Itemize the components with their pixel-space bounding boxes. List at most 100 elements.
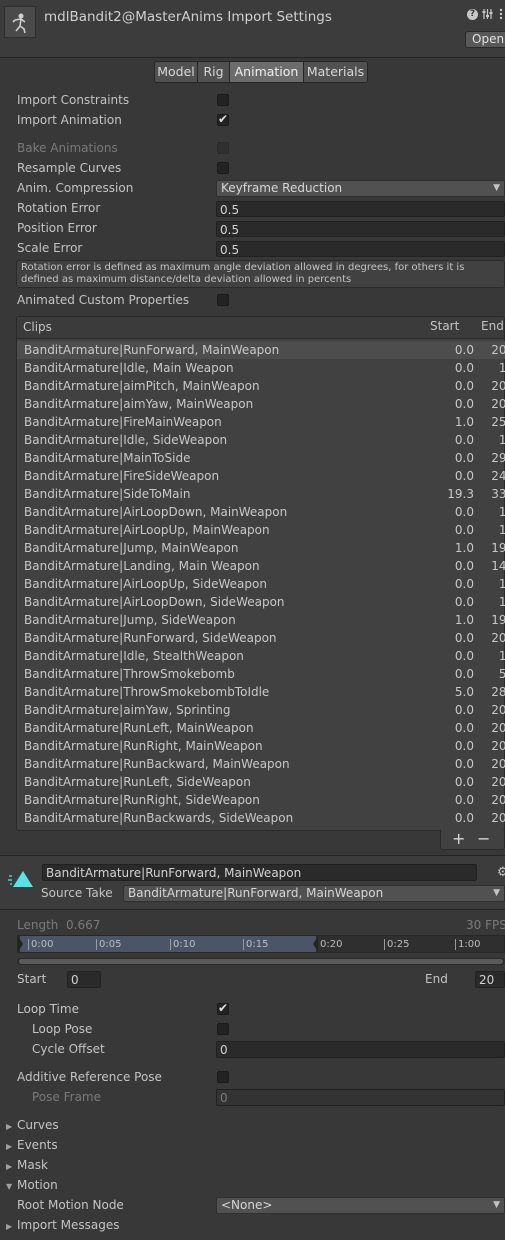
rotation-error-field[interactable]: 0.5 xyxy=(216,201,505,217)
table-row[interactable]: BanditArmature|Idle, SideWeapon 0.0 1.0 xyxy=(18,431,505,449)
table-row[interactable]: BanditArmature|RunLeft, SideWeapon 0.0 20.… xyxy=(18,773,505,791)
clip-start: 1.0 xyxy=(454,415,474,429)
table-row[interactable]: BanditArmature|RunBackward, MainWeapon 0.… xyxy=(18,755,505,773)
clip-end: 20.0 xyxy=(491,739,505,753)
motion-foldout[interactable]: ▼ Motion xyxy=(6,1178,58,1192)
clip-name: BanditArmature|AirLoopDown, MainWeapon xyxy=(24,505,288,519)
table-row[interactable]: BanditArmature|AirLoopDown, SideWeapon 0.… xyxy=(18,593,505,611)
clip-end: 29.0 xyxy=(491,451,505,465)
clip-name: BanditArmature|aimYaw, Sprinting xyxy=(24,703,231,717)
table-row[interactable]: BanditArmature|RunRight, MainWeapon 0.0 20… xyxy=(18,737,505,755)
length-label: Length xyxy=(17,918,59,932)
clip-name: BanditArmature|ThrowSmokebombToIdle xyxy=(24,685,270,699)
table-row[interactable]: BanditArmature|AirLoopDown, MainWeapon 0.… xyxy=(18,503,505,521)
import-constraints-label: Import Constraints xyxy=(17,93,130,107)
clip-name-field[interactable]: BanditArmature|RunForward, MainWeapon xyxy=(42,864,477,881)
events-foldout-label: Events xyxy=(17,1138,58,1152)
timeline-scrollbar[interactable] xyxy=(17,958,505,965)
anim-compression-dropdown[interactable]: Keyframe Reduction ▼ xyxy=(216,180,505,197)
source-take-dropdown[interactable]: BanditArmature|RunForward, MainWeapon ▼ xyxy=(123,885,505,902)
table-row[interactable]: BanditArmature|FireMainWeapon 1.0 25.0 xyxy=(18,413,505,431)
import-constraints-checkbox[interactable] xyxy=(217,94,229,106)
add-clip-button[interactable]: + xyxy=(452,829,465,848)
resample-curves-checkbox[interactable] xyxy=(217,162,229,174)
clip-header: BanditArmature|RunForward, MainWeapon ⚙ … xyxy=(0,855,505,910)
clip-end: 1.0 xyxy=(498,523,505,537)
clip-name: BanditArmature|aimPitch, MainWeapon xyxy=(24,379,260,393)
table-row[interactable]: BanditArmature|Jump, MainWeapon 1.0 19.0 xyxy=(18,539,505,557)
help-icon[interactable]: ? xyxy=(467,9,478,20)
rotation-error-label: Rotation Error xyxy=(17,201,101,215)
start-field[interactable]: 0 xyxy=(67,971,101,988)
cycle-offset-field[interactable]: 0 xyxy=(216,1041,505,1058)
clip-end: 20.0 xyxy=(491,631,505,645)
clip-end: 20.0 xyxy=(491,721,505,735)
animated-custom-properties-checkbox[interactable] xyxy=(217,294,229,306)
clip-start: 0.0 xyxy=(454,397,474,411)
clip-end: 20.0 xyxy=(491,397,505,411)
loop-pose-checkbox[interactable] xyxy=(217,1023,229,1035)
end-field[interactable]: 20 xyxy=(475,971,505,988)
table-row[interactable]: BanditArmature|MainToSide 0.0 29.0 xyxy=(18,449,505,467)
table-row[interactable]: BanditArmature|Landing, Main Weapon 0.0 14… xyxy=(18,557,505,575)
additive-reference-pose-checkbox[interactable] xyxy=(217,1071,229,1083)
anim-compression-value: Keyframe Reduction xyxy=(221,181,343,195)
end-marker-handle[interactable] xyxy=(313,936,318,952)
table-row[interactable]: BanditArmature|aimYaw, Sprinting 0.0 20.0 xyxy=(18,701,505,719)
table-row[interactable]: BanditArmature|Jump, SideWeapon 1.0 19.0 xyxy=(18,611,505,629)
clips-footer: + − xyxy=(440,829,505,850)
clip-name: BanditArmature|RunLeft, SideWeapon xyxy=(24,775,251,789)
table-row[interactable]: BanditArmature|Idle, StealthWeapon 0.0 1.0 xyxy=(18,647,505,665)
clip-name: BanditArmature|RunBackwards, SideWeapon xyxy=(24,811,294,825)
table-row[interactable]: BanditArmature|aimYaw, MainWeapon 0.0 20.0 xyxy=(18,395,505,413)
table-row[interactable]: BanditArmature|ThrowSmokebomb 0.0 5.0 xyxy=(18,665,505,683)
open-button[interactable]: Open xyxy=(465,31,505,48)
table-row[interactable]: BanditArmature|RunForward, MainWeapon 0.0… xyxy=(18,341,505,359)
table-row[interactable]: BanditArmature|RunForward, SideWeapon 0.0… xyxy=(18,629,505,647)
loop-time-checkbox[interactable]: ✔ xyxy=(217,1001,229,1015)
position-error-field[interactable]: 0.5 xyxy=(216,221,505,237)
tab-rig[interactable]: Rig xyxy=(197,61,230,83)
tab-model[interactable]: Model xyxy=(154,61,198,83)
remove-clip-button[interactable]: − xyxy=(477,829,490,848)
events-foldout[interactable]: ▶ Events xyxy=(6,1138,58,1152)
timeline-label: 0:20 xyxy=(320,939,343,950)
gear-icon[interactable]: ⚙ xyxy=(497,865,505,880)
root-motion-node-dropdown[interactable]: <None> ▼ xyxy=(216,1197,505,1214)
kebab-menu-icon[interactable] xyxy=(498,8,504,20)
import-animation-checkbox[interactable]: ✔ xyxy=(217,112,229,126)
clip-end: 5.0 xyxy=(498,667,505,681)
scale-error-label: Scale Error xyxy=(17,241,83,255)
table-row[interactable]: BanditArmature|AirLoopUp, MainWeapon 0.0 1… xyxy=(18,521,505,539)
table-row[interactable]: BanditArmature|AirLoopUp, SideWeapon 0.0 1… xyxy=(18,575,505,593)
table-row[interactable]: BanditArmature|RunLeft, MainWeapon 0.0 20.… xyxy=(18,719,505,737)
import-messages-foldout-label: Import Messages xyxy=(17,1218,120,1232)
clip-start: 0.0 xyxy=(454,739,474,753)
scale-error-field[interactable]: 0.5 xyxy=(216,241,505,257)
bake-animations-label: Bake Animations xyxy=(17,141,118,155)
start-marker-handle[interactable] xyxy=(18,936,23,952)
clip-end: 20.0 xyxy=(491,757,505,771)
help-box: Rotation error is defined as maximum ang… xyxy=(16,260,505,288)
tab-materials[interactable]: Materials xyxy=(303,61,368,83)
triangle-down-icon: ▼ xyxy=(6,1182,13,1191)
table-row[interactable]: BanditArmature|aimPitch, MainWeapon 0.0 20… xyxy=(18,377,505,395)
clip-start: 19.3 xyxy=(447,487,474,501)
table-row[interactable]: BanditArmature|SideToMain 19.3 33.0 xyxy=(18,485,505,503)
table-row[interactable]: BanditArmature|RunBackwards, SideWeapon 0… xyxy=(18,809,505,827)
curves-foldout[interactable]: ▶ Curves xyxy=(6,1118,59,1132)
clip-end: 25.0 xyxy=(491,415,505,429)
table-row[interactable]: BanditArmature|RunRight, SideWeapon 0.0 20… xyxy=(18,791,505,809)
sliders-icon[interactable] xyxy=(482,8,493,20)
table-row[interactable]: BanditArmature|FireSideWeapon 0.0 24.0 xyxy=(18,467,505,485)
mask-foldout[interactable]: ▶ Mask xyxy=(6,1158,48,1172)
clip-end: 14.0 xyxy=(491,559,505,573)
motion-foldout-label: Motion xyxy=(17,1178,58,1192)
inspector-header: mdlBandit2@MasterAnims Import Settings ?… xyxy=(0,0,505,58)
scrollbar-thumb[interactable] xyxy=(19,959,503,964)
triangle-right-icon: ▶ xyxy=(6,1222,13,1231)
table-row[interactable]: BanditArmature|ThrowSmokebombToIdle 5.0 28… xyxy=(18,683,505,701)
table-row[interactable]: BanditArmature|Idle, Main Weapon 0.0 1.0 xyxy=(18,359,505,377)
tab-animation[interactable]: Animation xyxy=(229,61,304,83)
import-messages-foldout[interactable]: ▶ Import Messages xyxy=(6,1218,120,1232)
